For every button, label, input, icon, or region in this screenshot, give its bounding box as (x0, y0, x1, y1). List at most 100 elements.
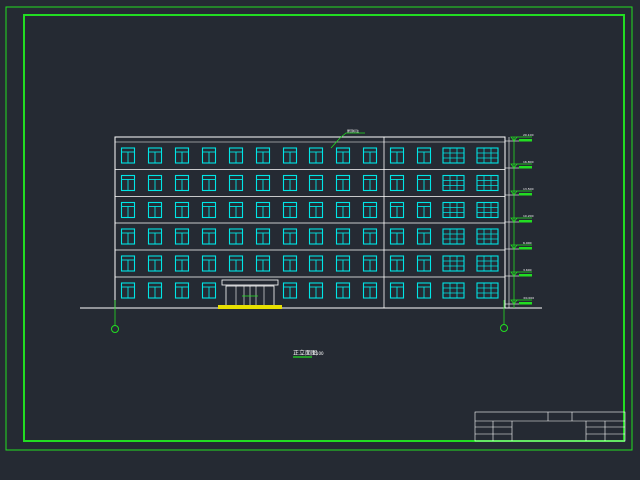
window (416, 228, 432, 245)
window (147, 147, 163, 164)
drawing-title: 正立面图 1:100 (293, 349, 324, 358)
level-label: ±0.000 (523, 296, 534, 300)
wide-window (442, 201, 465, 219)
window (416, 282, 432, 299)
wide-window (476, 201, 499, 219)
axis-marker-left (111, 300, 119, 333)
window (416, 201, 432, 219)
wide-window (476, 228, 499, 245)
axis-marker-right (500, 300, 508, 332)
window (201, 228, 217, 245)
window (120, 228, 136, 245)
window (335, 147, 351, 164)
axis-bubble-right (500, 324, 508, 332)
window (147, 228, 163, 245)
window (362, 147, 378, 164)
window (147, 255, 163, 272)
window (308, 201, 324, 219)
window (335, 228, 351, 245)
wide-window (442, 228, 465, 245)
window (335, 201, 351, 219)
window (147, 201, 163, 219)
title-block (474, 411, 626, 442)
window (389, 255, 405, 272)
window (282, 255, 298, 272)
window (174, 201, 190, 219)
window (389, 201, 405, 219)
roof-note-text: 屋顶标注 (347, 128, 359, 133)
level-mark: ±0.000 (505, 296, 534, 305)
window (201, 282, 217, 299)
window (282, 282, 298, 299)
window (120, 174, 136, 192)
entrance-steps (218, 305, 282, 309)
wide-window (442, 174, 465, 192)
wide-window (442, 147, 465, 164)
window (201, 255, 217, 272)
window (120, 282, 136, 299)
window (389, 228, 405, 245)
drawing-scale-text: 1:100 (312, 351, 324, 356)
window (335, 255, 351, 272)
cad-drawing-sheet: 屋顶标注 20.100 16.800 13.500 10.200 6.900 3.600 ±… (5, 6, 633, 451)
window (335, 174, 351, 192)
window (308, 255, 324, 272)
window (147, 282, 163, 299)
window (120, 147, 136, 164)
window (228, 201, 244, 219)
wide-window (442, 255, 465, 272)
window (120, 201, 136, 219)
window (389, 282, 405, 299)
window (255, 255, 271, 272)
window (174, 282, 190, 299)
window (308, 147, 324, 164)
window (416, 147, 432, 164)
level-label: 10.200 (523, 214, 534, 218)
roof-note: 屋顶标注 (330, 128, 365, 149)
window (362, 201, 378, 219)
window (255, 228, 271, 245)
entrance-canopy (221, 279, 279, 286)
window (416, 174, 432, 192)
window (201, 201, 217, 219)
building-elevation: 屋顶标注 20.100 16.800 13.500 10.200 6.900 3.600 ±… (80, 128, 542, 333)
level-label: 13.500 (523, 187, 534, 191)
window (389, 147, 405, 164)
wide-window (476, 147, 499, 164)
window (362, 282, 378, 299)
window (335, 282, 351, 299)
window (120, 255, 136, 272)
window (201, 174, 217, 192)
elevation-annotations: 20.100 16.800 13.500 10.200 6.900 3.600 ±0.000 (505, 133, 534, 308)
level-label: 6.900 (523, 241, 532, 245)
main-entrance (218, 279, 282, 309)
window (255, 174, 271, 192)
level-label: 3.600 (523, 268, 532, 272)
inner-frame (23, 14, 625, 442)
window (228, 147, 244, 164)
level-marks: 20.100 16.800 13.500 10.200 6.900 3.600 ±0.000 (505, 133, 534, 305)
window (174, 255, 190, 272)
level-label: 20.100 (523, 133, 534, 137)
window (282, 228, 298, 245)
window (201, 147, 217, 164)
level-label: 16.800 (523, 160, 534, 164)
window (362, 255, 378, 272)
window (228, 174, 244, 192)
window (282, 147, 298, 164)
window (362, 174, 378, 192)
window (282, 201, 298, 219)
window (174, 147, 190, 164)
wide-window (476, 282, 499, 299)
window (389, 174, 405, 192)
wide-window (476, 255, 499, 272)
window (174, 174, 190, 192)
wide-window (442, 282, 465, 299)
window (282, 174, 298, 192)
window (255, 147, 271, 164)
window (308, 282, 324, 299)
window (174, 228, 190, 245)
window (147, 174, 163, 192)
window (416, 255, 432, 272)
window (255, 201, 271, 219)
